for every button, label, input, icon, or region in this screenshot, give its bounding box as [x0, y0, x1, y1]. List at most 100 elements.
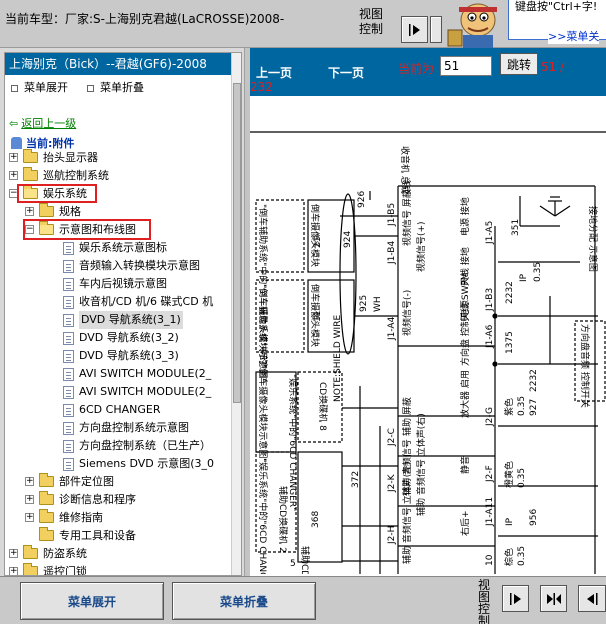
diagram-label: 接地分配 示意图: [587, 206, 599, 272]
tree-leaf[interactable]: 音频输入转换模块示意图: [5, 257, 229, 275]
tree-label: AVI SWITCH MODULE(2_: [79, 385, 212, 398]
tree-label: Siemens DVD 示意图(3_0: [79, 457, 215, 470]
folder-icon: [23, 563, 38, 575]
tree-leaf[interactable]: 方向盘控制系统示意图: [5, 419, 229, 437]
plus-icon[interactable]: +: [9, 171, 18, 180]
tree-leaf[interactable]: DVD 导航系统(3_2): [5, 329, 229, 347]
prev-page-link[interactable]: 上一页: [256, 64, 292, 81]
view-control-label: 视图控制: [359, 7, 384, 36]
plus-icon[interactable]: +: [9, 549, 18, 558]
document-icon: [63, 278, 74, 291]
tree-label: 车内后视镜示意图: [79, 277, 167, 290]
tree-node[interactable]: 专用工具和设备: [5, 527, 229, 545]
menu-collapse-link[interactable]: 菜单折叠: [87, 79, 144, 95]
tree-leaf[interactable]: AVI SWITCH MODULE(2_: [5, 365, 229, 383]
tree-node[interactable]: + 诊断信息和程序: [5, 491, 229, 509]
menu-expand-button[interactable]: 菜单展开: [20, 582, 164, 620]
wire-number: 956: [529, 509, 539, 526]
tree-leaf[interactable]: Siemens DVD 示意图(3_0: [5, 455, 229, 473]
mascot-icon: [446, 0, 508, 48]
tree-node[interactable]: + 防盗系统: [5, 545, 229, 563]
tree-leaf[interactable]: 车内后视镜示意图: [5, 275, 229, 293]
menu-expand-link[interactable]: 菜单展开: [11, 79, 68, 95]
tree-leaf[interactable]: DVD 导航系统(3_3): [5, 347, 229, 365]
plus-icon[interactable]: +: [9, 567, 18, 575]
scrollbar-thumb[interactable]: [233, 83, 241, 403]
tree-leaf[interactable]: 娱乐系统示意图标: [5, 239, 229, 257]
plus-icon[interactable]: +: [25, 477, 34, 486]
arrow-right-icon: [510, 593, 521, 605]
pin-label: J2-K: [387, 473, 397, 493]
tree-leaf[interactable]: AVI SWITCH MODULE(2_: [5, 383, 229, 401]
bottom-toolbar: 菜单展开 菜单折叠 视图控制: [0, 576, 606, 624]
tree-leaf[interactable]: 方向盘控制系统（已生产）: [5, 437, 229, 455]
tree-node[interactable]: + 维修指南: [5, 509, 229, 527]
wire-number: 925: [359, 295, 369, 312]
current-page-label: 当前为: [398, 62, 435, 76]
folder-icon: [23, 545, 38, 559]
view-split-button[interactable]: [540, 585, 567, 612]
tree-node[interactable]: + 巡航控制系统: [5, 167, 229, 185]
diagram-label: 方向盘 控制电源: [459, 300, 471, 366]
diagram-label: 辅助CD换碟机: [299, 546, 311, 574]
tree-leaf[interactable]: DVD 导航系统(3_1): [5, 311, 229, 329]
split-arrows-icon: [547, 593, 561, 605]
wire-color: 紫色: [503, 398, 515, 416]
diagram-label: IP: [519, 273, 529, 282]
next-page-link[interactable]: 下一页: [328, 64, 364, 81]
wire-number: 368: [311, 511, 321, 528]
diagram-label: 右后+: [459, 510, 471, 536]
wire-number: 924: [343, 231, 353, 248]
view-right-panel-button[interactable]: [578, 585, 606, 612]
tree-leaf[interactable]: 收音机/CD 机/6 碟式CD 机: [5, 293, 229, 311]
document-icon: [63, 458, 74, 471]
wire-number: 1375: [505, 331, 515, 354]
tree-label: 方向盘控制系统示意图: [79, 421, 189, 434]
document-icon: [63, 242, 74, 255]
tree-node[interactable]: + 遥控门锁: [5, 563, 229, 575]
view-left-panel-button[interactable]: [401, 16, 428, 43]
plus-icon[interactable]: +: [9, 153, 18, 162]
document-icon: [63, 440, 74, 453]
diagram-label: CD换碟机 8: [317, 382, 329, 431]
wire-number: 927: [529, 399, 539, 416]
back-link[interactable]: ⇦ 返回上一级: [9, 115, 76, 131]
folder-icon: [39, 473, 54, 487]
pin-label: J1-A4: [387, 316, 397, 341]
diagram-label: 辅助 屏蔽: [401, 397, 413, 436]
pin-label: J2-H: [387, 526, 397, 545]
view-split-button[interactable]: [430, 16, 442, 43]
tree-scrollbar[interactable]: [231, 53, 241, 575]
document-icon: [63, 296, 74, 309]
diagram-label: "娱乐系统"中的"6CD CHANGER": [257, 458, 269, 574]
jump-button[interactable]: 跳转: [500, 53, 538, 75]
plus-icon[interactable]: +: [25, 495, 34, 504]
wire-size: 0.35: [517, 546, 527, 566]
pin-label: J1-B5: [387, 203, 397, 227]
tree-label: 抬头显示器: [43, 151, 98, 164]
tree-label: DVD 导航系统(3_2): [79, 331, 179, 344]
folder-icon: [39, 527, 54, 541]
folder-icon: [39, 509, 54, 523]
folder-icon: [23, 167, 38, 181]
menu-link[interactable]: >>菜单关: [548, 28, 600, 44]
menu-collapse-button[interactable]: 菜单折叠: [172, 582, 316, 620]
diagram-label: "倒车辅助系统"中的"倒车摄像头模块示意图": [257, 284, 269, 463]
wire-number: 351: [511, 219, 521, 236]
wiring-diagram[interactable]: 收音机 总成 "倒车辅助系统"中的"倒车摄像头模块示意图" 倒车摄像头模块 "倒…: [250, 96, 606, 574]
tree-node[interactable]: + 抬头显示器: [5, 149, 229, 167]
plus-icon[interactable]: +: [25, 207, 34, 216]
diagram-label: 视频信号(+): [415, 221, 427, 272]
highlight-box: [17, 184, 97, 203]
document-icon: [63, 368, 74, 381]
document-icon: [63, 422, 74, 435]
pin-label: J2-C: [387, 428, 397, 447]
page-number-input[interactable]: [440, 56, 492, 76]
plus-icon[interactable]: +: [25, 513, 34, 522]
tree-leaf[interactable]: 6CD CHANGER: [5, 401, 229, 419]
tree-node[interactable]: + 部件定位图: [5, 473, 229, 491]
arrow-right-icon: [409, 24, 420, 36]
view-left-panel-button[interactable]: [502, 585, 529, 612]
document-icon: [63, 260, 74, 273]
document-icon: [63, 314, 74, 327]
